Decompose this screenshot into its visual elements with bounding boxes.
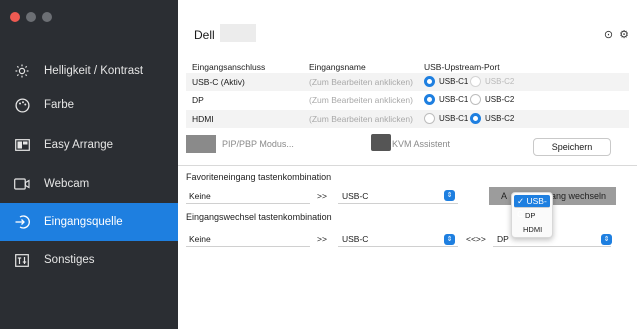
table-row: DP (Zum Bearbeiten anklicken) USB-C1 USB… bbox=[186, 91, 629, 109]
dropdown-option-dp[interactable]: DP bbox=[514, 209, 550, 222]
minimize-window-button[interactable] bbox=[26, 12, 36, 22]
dropdown-option-hdmi[interactable]: HDMI bbox=[514, 223, 550, 236]
favorite-shortcut-title: Favoriteneingang tastenkombination bbox=[186, 172, 332, 182]
info-icon[interactable]: ⊙ bbox=[604, 29, 619, 41]
pip-pbp-icon[interactable] bbox=[186, 135, 216, 153]
sidebar-item-label: Farbe bbox=[44, 99, 75, 111]
table-row: USB-C (Aktiv) (Zum Bearbeiten anklicken)… bbox=[186, 73, 629, 91]
sidebar-item-label: Webcam bbox=[44, 178, 90, 190]
sidebar-item-label: Easy Arrange bbox=[44, 139, 114, 151]
webcam-icon bbox=[14, 176, 30, 192]
favorite-input-select[interactable]: USB-C bbox=[338, 188, 458, 204]
zoom-window-button[interactable] bbox=[42, 12, 52, 22]
switch-shortcut-field[interactable]: Keine bbox=[186, 231, 310, 247]
favorite-arrow: >> bbox=[317, 191, 327, 201]
usb-c1-radio[interactable] bbox=[424, 76, 435, 87]
usb-c2-label: USB-C2 bbox=[485, 77, 515, 86]
chevron-updown-icon[interactable]: ⇕ bbox=[601, 234, 612, 245]
sidebar-item-easy-arrange[interactable]: Easy Arrange bbox=[0, 126, 178, 164]
check-icon: ✓ bbox=[517, 196, 525, 206]
chevron-updown-icon[interactable]: ⇕ bbox=[444, 234, 455, 245]
input-port-label: DP bbox=[192, 95, 204, 105]
swap-arrow: <<>> bbox=[466, 234, 486, 244]
input-dropdown-menu: ✓ USB-C DP HDMI bbox=[511, 192, 553, 238]
brightness-icon bbox=[14, 63, 30, 79]
column-header-port: Eingangsanschluss bbox=[192, 62, 266, 72]
device-name: Dell bbox=[194, 28, 215, 42]
other-icon bbox=[14, 252, 30, 268]
usb-c1-radio[interactable] bbox=[424, 94, 435, 105]
header-icons: ⊙⚙ bbox=[604, 28, 635, 41]
pip-pbp-button[interactable]: PIP/PBP Modus... bbox=[222, 139, 294, 149]
sidebar-item-label: Helligkeit / Kontrast bbox=[44, 65, 144, 77]
usb-c2-radio bbox=[470, 76, 481, 87]
save-button[interactable]: Speichern bbox=[533, 138, 611, 156]
sidebar-item-brightness[interactable]: Helligkeit / Kontrast bbox=[0, 52, 178, 90]
kvm-assistant-button[interactable]: KVM Assistent bbox=[392, 139, 450, 149]
input-source-icon bbox=[14, 214, 30, 230]
switch-label-right: ang wechseln bbox=[551, 191, 607, 201]
sidebar-item-webcam[interactable]: Webcam bbox=[0, 165, 178, 203]
input-name-field[interactable]: (Zum Bearbeiten anklicken) bbox=[309, 95, 413, 105]
input-port-label: HDMI bbox=[192, 114, 214, 124]
table-row: HDMI (Zum Bearbeiten anklicken) USB-C1 U… bbox=[186, 110, 629, 128]
kvm-icon[interactable] bbox=[371, 134, 391, 151]
column-header-usb-upstream: USB-Upstream-Port bbox=[424, 62, 500, 72]
sidebar-item-label: Sonstiges bbox=[44, 254, 95, 266]
dropdown-option-usb-c[interactable]: ✓ USB-C bbox=[514, 195, 550, 219]
usb-c2-label: USB-C2 bbox=[485, 95, 515, 104]
chevron-updown-icon[interactable]: ⇕ bbox=[444, 190, 455, 201]
switch-label-left: A bbox=[501, 191, 508, 201]
main-panel: Dell ⊙⚙ Eingangsanschluss Eingangsname U… bbox=[178, 0, 637, 329]
sidebar: Helligkeit / Kontrast Farbe Easy Arrange… bbox=[0, 0, 178, 329]
sidebar-item-label: Eingangsquelle bbox=[44, 216, 123, 228]
favorite-shortcut-field[interactable]: Keine bbox=[186, 188, 310, 204]
close-window-button[interactable] bbox=[10, 12, 20, 22]
layout-icon bbox=[14, 137, 30, 153]
palette-icon bbox=[14, 97, 30, 113]
column-header-name: Eingangsname bbox=[309, 62, 366, 72]
input-port-label: USB-C (Aktiv) bbox=[192, 77, 245, 87]
usb-c1-label: USB-C1 bbox=[439, 95, 469, 104]
usb-c1-radio[interactable] bbox=[424, 113, 435, 124]
sidebar-item-input-source[interactable]: Eingangsquelle bbox=[0, 203, 178, 241]
device-model-placeholder bbox=[220, 24, 256, 42]
switch-arrow: >> bbox=[317, 234, 327, 244]
usb-c2-radio[interactable] bbox=[470, 94, 481, 105]
switch-shortcut-title: Eingangswechsel tastenkombination bbox=[186, 212, 332, 222]
input-name-field[interactable]: (Zum Bearbeiten anklicken) bbox=[309, 77, 413, 87]
input-name-field[interactable]: (Zum Bearbeiten anklicken) bbox=[309, 114, 413, 124]
sidebar-item-other[interactable]: Sonstiges bbox=[0, 241, 178, 279]
usb-c1-label: USB-C1 bbox=[439, 114, 469, 123]
usb-c1-label: USB-C1 bbox=[439, 77, 469, 86]
settings-icon[interactable]: ⚙ bbox=[619, 29, 635, 41]
sidebar-item-color[interactable]: Farbe bbox=[0, 86, 178, 124]
divider bbox=[178, 165, 637, 166]
usb-c2-radio[interactable] bbox=[470, 113, 481, 124]
window-controls bbox=[10, 12, 52, 22]
header: Dell ⊙⚙ bbox=[178, 0, 637, 60]
first-input-select[interactable]: USB-C bbox=[338, 231, 458, 247]
usb-c2-label: USB-C2 bbox=[485, 114, 515, 123]
